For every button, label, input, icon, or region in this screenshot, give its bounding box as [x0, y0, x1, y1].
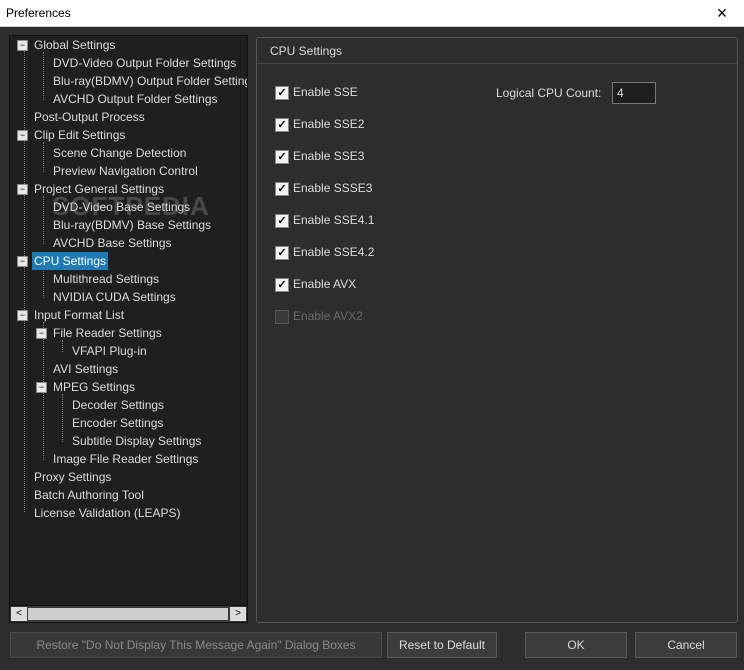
tree-item-license-validation[interactable]: License Validation (LEAPS) [34, 504, 181, 522]
tree-line [62, 394, 63, 442]
tree-item-label: AVCHD Output Folder Settings [53, 92, 218, 106]
tree-item-post-output-process[interactable]: Post-Output Process [34, 108, 145, 126]
tree-item-image-file-reader-settings[interactable]: Image File Reader Settings [53, 450, 198, 468]
panel-title: CPU Settings [270, 44, 343, 58]
tree-item-label: DVD-Video Output Folder Settings [53, 56, 237, 70]
checkbox-check-icon[interactable]: ✓ [275, 182, 289, 196]
tree-item-label: Preview Navigation Control [53, 164, 198, 178]
tree-item-label: Global Settings [34, 38, 116, 52]
scroll-left-icon[interactable]: < [11, 607, 27, 621]
tree-item-label: File Reader Settings [53, 326, 162, 340]
restore-dialogs-button[interactable]: Restore "Do Not Display This Message Aga… [10, 632, 382, 658]
tree-item-label: Encoder Settings [72, 416, 164, 430]
cancel-button[interactable]: Cancel [635, 632, 737, 658]
collapse-icon[interactable]: − [17, 184, 28, 195]
tree-item-label: Scene Change Detection [53, 146, 187, 160]
tree-item-label: Batch Authoring Tool [34, 488, 144, 502]
tree-item-label: AVCHD Base Settings [53, 236, 172, 250]
watermark: SOFTPEDIA [52, 191, 210, 221]
tree-item-label: Input Format List [34, 308, 125, 322]
checkbox-check-icon[interactable]: ✓ [275, 246, 289, 260]
window-title: Preferences [6, 6, 71, 20]
checkbox-label: Enable SSE2 [293, 117, 365, 131]
tree-item-decoder-settings[interactable]: Decoder Settings [72, 396, 164, 414]
tree-item-label: Post-Output Process [34, 110, 145, 124]
scroll-right-icon[interactable]: > [230, 607, 246, 621]
logical-cpu-count-label: Logical CPU Count: [496, 86, 602, 100]
tree-item-subtitle-display-settings[interactable]: Subtitle Display Settings [72, 432, 201, 450]
logical-cpu-count-input[interactable]: 4 [612, 82, 656, 104]
tree-item-label: Clip Edit Settings [34, 128, 126, 142]
checkbox-check-icon[interactable]: ✓ [275, 278, 289, 292]
checkbox-box [275, 310, 289, 324]
tree-item-multithread-settings[interactable]: Multithread Settings [53, 270, 159, 288]
checkbox-check-icon[interactable]: ✓ [275, 86, 289, 100]
tree-item-encoder-settings[interactable]: Encoder Settings [72, 414, 163, 432]
checkbox-label: Enable SSSE3 [293, 181, 373, 195]
tree-item-avi-settings[interactable]: AVI Settings [53, 360, 118, 378]
ok-button[interactable]: OK [525, 632, 627, 658]
tree-line [24, 50, 25, 512]
checkbox-check-icon[interactable]: ✓ [275, 118, 289, 132]
checkbox-label: Enable AVX2 [293, 309, 363, 323]
tree-horizontal-scrollbar[interactable]: < > [10, 605, 247, 622]
checkbox-label: Enable AVX [293, 277, 357, 291]
tree-item-label: CPU Settings [32, 252, 109, 270]
checkbox-label: Enable SSE4.2 [293, 245, 375, 259]
tree-line [43, 52, 44, 100]
cpu-settings-panel: CPU Settings ✓ Enable SSE ✓ Enable SSE2 ✓ E… [256, 37, 738, 623]
tree-item-label: License Validation (LEAPS) [34, 506, 181, 520]
settings-tree[interactable]: − Global Settings DVD-Video Output Folde… [9, 35, 248, 623]
collapse-icon[interactable]: − [17, 256, 28, 267]
tree-item-proxy-settings[interactable]: Proxy Settings [34, 468, 111, 486]
collapse-icon[interactable]: − [17, 310, 28, 321]
tree-item-label: MPEG Settings [53, 380, 136, 394]
tree-item-avchd-output-folder[interactable]: AVCHD Output Folder Settings [53, 90, 218, 108]
tree-item-label: Multithread Settings [53, 272, 160, 286]
tree-line [43, 142, 44, 172]
tree-item-label: NVIDIA CUDA Settings [53, 290, 176, 304]
tree-item-vfapi-plugin[interactable]: VFAPI Plug-in [72, 342, 147, 360]
tree-item-bluray-output-folder[interactable]: Blu-ray(BDMV) Output Folder Settings [53, 72, 248, 90]
tree-item-label: VFAPI Plug-in [72, 344, 147, 358]
tree-item-avchd-base-settings[interactable]: AVCHD Base Settings [53, 234, 172, 252]
tree-item-label: Image File Reader Settings [53, 452, 199, 466]
tree-item-label: Decoder Settings [72, 398, 165, 412]
tree-line [43, 268, 44, 298]
close-icon[interactable]: × [706, 2, 738, 24]
tree-item-preview-navigation[interactable]: Preview Navigation Control [53, 162, 198, 180]
tree-line [43, 196, 44, 244]
tree-item-dvd-output-folder[interactable]: DVD-Video Output Folder Settings [53, 54, 236, 72]
panel-divider [257, 63, 737, 64]
tree-item-label: Proxy Settings [34, 470, 112, 484]
collapse-icon[interactable]: − [17, 130, 28, 141]
collapse-icon[interactable]: − [17, 40, 28, 51]
tree-item-batch-authoring-tool[interactable]: Batch Authoring Tool [34, 486, 144, 504]
collapse-icon[interactable]: − [36, 382, 47, 393]
title-bar: Preferences × [0, 0, 744, 27]
tree-item-label: AVI Settings [53, 362, 119, 376]
collapse-icon[interactable]: − [36, 328, 47, 339]
tree-item-label: Subtitle Display Settings [72, 434, 202, 448]
checkbox-label: Enable SSE3 [293, 149, 365, 163]
reset-to-default-button[interactable]: Reset to Default [387, 632, 497, 658]
checkbox-check-icon[interactable]: ✓ [275, 150, 289, 164]
checkbox-label: Enable SSE4.1 [293, 213, 375, 227]
tree-item-label: Blu-ray(BDMV) Output Folder Settings [53, 74, 248, 88]
checkbox-check-icon[interactable]: ✓ [275, 214, 289, 228]
checkbox-label: Enable SSE [293, 85, 358, 99]
tree-item-scene-change[interactable]: Scene Change Detection [53, 144, 186, 162]
tree-item-nvidia-cuda-settings[interactable]: NVIDIA CUDA Settings [53, 288, 176, 306]
scrollbar-thumb[interactable] [28, 608, 228, 620]
